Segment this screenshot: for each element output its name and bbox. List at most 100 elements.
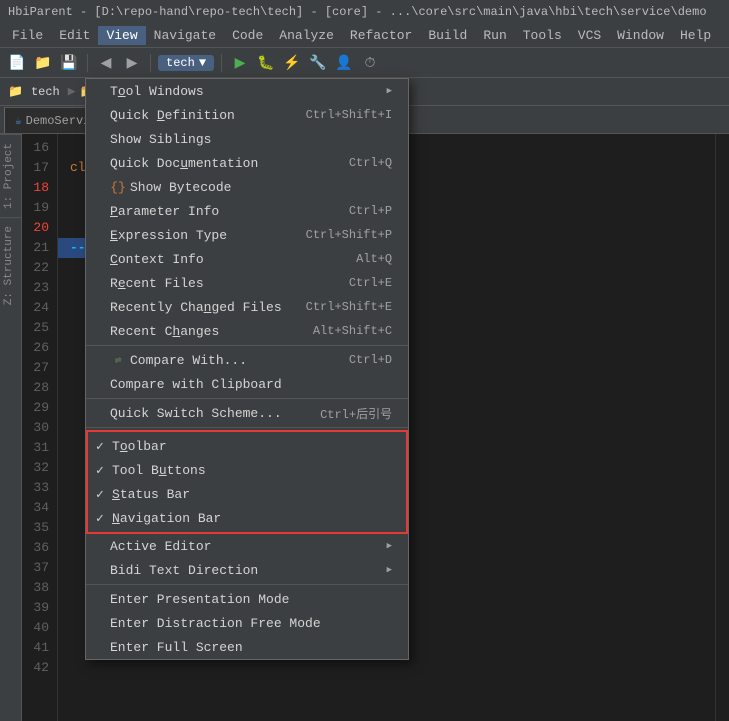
menu-item-distraction-free-label: Enter Distraction Free Mode: [110, 616, 392, 631]
menu-item-show-siblings-label: Show Siblings: [110, 132, 368, 147]
menu-analyze[interactable]: Analyze: [271, 26, 342, 45]
menu-item-active-editor-label: Active Editor: [110, 539, 387, 554]
title-bar: HbiParent - [D:\repo-hand\repo-tech\tech…: [0, 0, 729, 24]
line-num-22: 22: [30, 258, 49, 278]
menu-item-active-editor[interactable]: Active Editor: [86, 534, 408, 558]
menu-tools[interactable]: Tools: [515, 26, 570, 45]
nav-arrow1: ▶: [68, 84, 76, 99]
menu-item-quick-definition-label: Quick Definition: [110, 108, 282, 123]
menu-item-bidi-label: Bidi Text Direction: [110, 563, 387, 578]
view-dropdown-menu: Tool Windows Quick Definition Ctrl+Shift…: [85, 78, 409, 660]
toolbar-more1[interactable]: 🔧: [307, 52, 329, 74]
menu-item-recent-changes-shortcut: Alt+Shift+C: [313, 324, 392, 338]
line-num-39: 39: [30, 598, 49, 618]
line-num-23: 23: [30, 278, 49, 298]
menu-item-quick-switch[interactable]: Quick Switch Scheme... Ctrl+后引号: [86, 401, 408, 425]
menu-item-recent-changed-label: Recently Changed Files: [110, 300, 282, 315]
toolbar-debug[interactable]: 🐛: [255, 52, 277, 74]
menu-file[interactable]: File: [4, 26, 51, 45]
title-text: HbiParent - [D:\repo-hand\repo-tech\tech…: [8, 5, 707, 19]
menu-help[interactable]: Help: [672, 26, 719, 45]
toolbar-more2[interactable]: 👤: [333, 52, 355, 74]
menu-item-recent-changed[interactable]: Recently Changed Files Ctrl+Shift+E: [86, 295, 408, 319]
menu-item-show-siblings[interactable]: Show Siblings: [86, 127, 408, 151]
line-num-37: 37: [30, 558, 49, 578]
menu-item-compare-with[interactable]: ⇌ Compare With... Ctrl+D: [86, 348, 408, 372]
menu-item-recent-changes-label: Recent Changes: [110, 324, 289, 339]
menu-item-recent-changed-shortcut: Ctrl+Shift+E: [306, 300, 392, 314]
menu-item-nav-bar[interactable]: Navigation Bar: [88, 506, 406, 530]
nav-crumb-tech[interactable]: tech: [27, 83, 64, 101]
toolbar-back[interactable]: ◀: [95, 52, 117, 74]
panel-tab-structure[interactable]: Z: Structure: [0, 217, 21, 313]
view-dropdown: Tool Windows Quick Definition Ctrl+Shift…: [85, 78, 409, 660]
menu-item-param-info-shortcut: Ctrl+P: [349, 204, 392, 218]
line-num-30: 30: [30, 418, 49, 438]
menu-item-distraction-free[interactable]: Enter Distraction Free Mode: [86, 611, 408, 635]
line-num-38: 38: [30, 578, 49, 598]
menu-vcs[interactable]: VCS: [570, 26, 609, 45]
menu-item-tool-buttons[interactable]: Tool Buttons: [88, 458, 406, 482]
menu-build[interactable]: Build: [420, 26, 475, 45]
menu-item-fullscreen[interactable]: Enter Full Screen: [86, 635, 408, 659]
toolbar-open[interactable]: 📁: [32, 52, 54, 74]
menu-item-compare-with-label: Compare With...: [130, 353, 325, 368]
menu-item-quick-definition[interactable]: Quick Definition Ctrl+Shift+I: [86, 103, 408, 127]
menu-item-recent-changes[interactable]: Recent Changes Alt+Shift+C: [86, 319, 408, 343]
left-panel-tabs: 1: Project Z: Structure: [0, 134, 22, 721]
menu-item-expr-type-shortcut: Ctrl+Shift+P: [306, 228, 392, 242]
menu-item-tool-windows[interactable]: Tool Windows: [86, 79, 408, 103]
menu-item-quick-doc[interactable]: Quick Documentation Ctrl+Q: [86, 151, 408, 175]
menu-item-presentation-mode[interactable]: Enter Presentation Mode: [86, 587, 408, 611]
toolbar-save[interactable]: 💾: [58, 52, 80, 74]
menu-window[interactable]: Window: [609, 26, 672, 45]
menu-item-recent-files-shortcut: Ctrl+E: [349, 276, 392, 290]
menu-item-expr-type-label: Expression Type: [110, 228, 282, 243]
menu-edit[interactable]: Edit: [51, 26, 98, 45]
panel-tab-project[interactable]: 1: Project: [0, 134, 21, 217]
line-num-31: 31: [30, 438, 49, 458]
toolbar-forward[interactable]: ▶: [121, 52, 143, 74]
line-num-27: 27: [30, 358, 49, 378]
menu-item-show-bytecode-label: Show Bytecode: [130, 180, 368, 195]
menu-item-bidi[interactable]: Bidi Text Direction: [86, 558, 408, 582]
menu-item-param-info[interactable]: Parameter Info Ctrl+P: [86, 199, 408, 223]
menu-item-recent-files[interactable]: Recent Files Ctrl+E: [86, 271, 408, 295]
separator-4: [86, 584, 408, 585]
toolbar: 📄 📁 💾 ◀ ▶ tech ▼ ▶ 🐛 ⚡ 🔧 👤 ⏱: [0, 48, 729, 78]
toolbar-more3[interactable]: ⏱: [359, 52, 381, 74]
menu-item-quick-definition-shortcut: Ctrl+Shift+I: [306, 108, 392, 122]
menu-item-quick-switch-shortcut: Ctrl+后引号: [320, 405, 392, 422]
toolbar-build-btn[interactable]: ⚡: [281, 52, 303, 74]
line-num-20: 20: [30, 218, 49, 238]
toolbar-new[interactable]: 📄: [6, 52, 28, 74]
menu-item-toolbar-label: Toolbar: [112, 439, 366, 454]
menu-item-status-bar[interactable]: Status Bar: [88, 482, 406, 506]
line-num-40: 40: [30, 618, 49, 638]
line-num-32: 32: [30, 458, 49, 478]
toolbar-sep3: [221, 54, 222, 72]
menu-navigate[interactable]: Navigate: [146, 26, 224, 45]
menu-refactor[interactable]: Refactor: [342, 26, 420, 45]
project-badge[interactable]: tech ▼: [158, 55, 214, 71]
menu-run[interactable]: Run: [475, 26, 514, 45]
menu-item-compare-with-shortcut: Ctrl+D: [349, 353, 392, 367]
menu-code[interactable]: Code: [224, 26, 271, 45]
line-num-41: 41: [30, 638, 49, 658]
menu-item-context-info[interactable]: Context Info Alt+Q: [86, 247, 408, 271]
separator-1: [86, 345, 408, 346]
menu-view[interactable]: View: [98, 26, 145, 45]
toolbar-run[interactable]: ▶: [229, 52, 251, 74]
line-num-42: 42: [30, 658, 49, 678]
menu-item-compare-clipboard[interactable]: Compare with Clipboard: [86, 372, 408, 396]
line-numbers: 16 17 18 19 20 21 22 23 24 25 26 27 28 2…: [22, 134, 58, 721]
menu-item-quick-doc-shortcut: Ctrl+Q: [349, 156, 392, 170]
project-badge-arrow: ▼: [199, 56, 206, 70]
menu-item-tool-buttons-label: Tool Buttons: [112, 463, 366, 478]
menu-item-show-bytecode[interactable]: {} Show Bytecode: [86, 175, 408, 199]
menu-item-nav-bar-label: Navigation Bar: [112, 511, 366, 526]
nav-tech-label: tech: [31, 85, 60, 99]
menu-item-expr-type[interactable]: Expression Type Ctrl+Shift+P: [86, 223, 408, 247]
menu-item-toolbar[interactable]: Toolbar: [88, 434, 406, 458]
menu-item-param-info-label: Parameter Info: [110, 204, 325, 219]
